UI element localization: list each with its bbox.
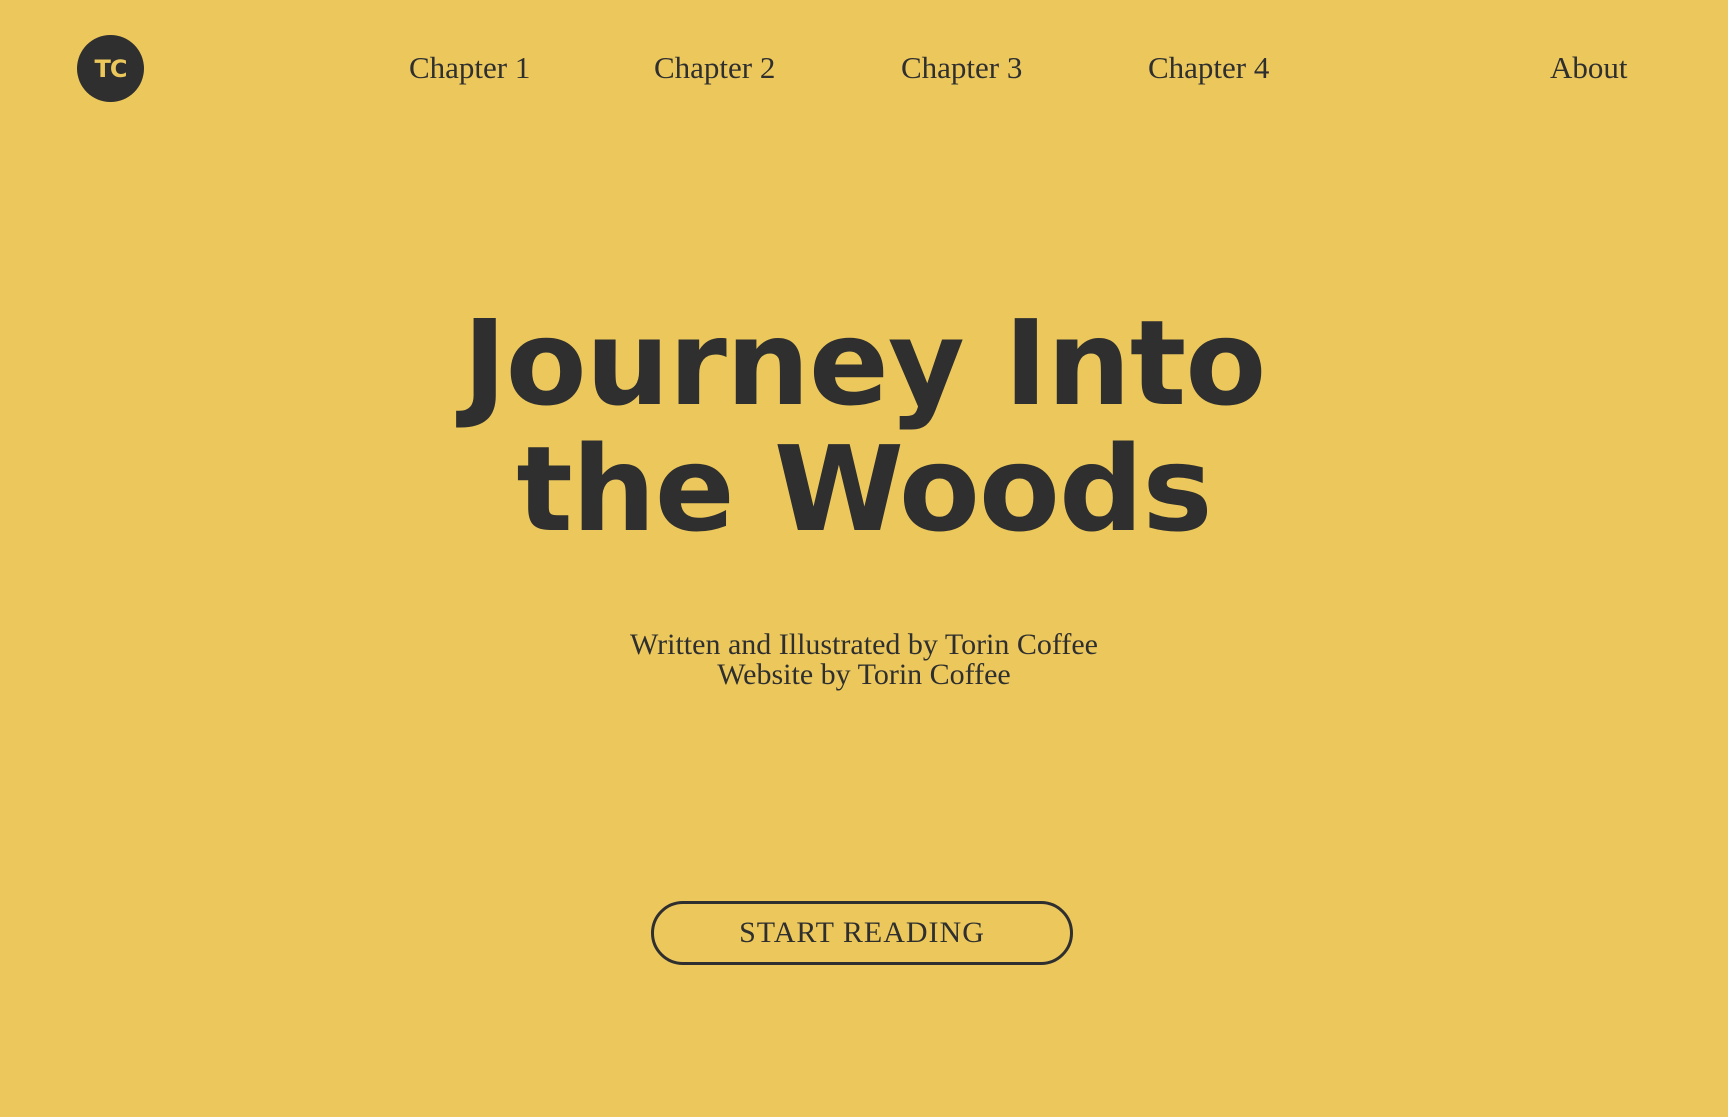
nav-link-chapter-1[interactable]: Chapter 1 [409, 48, 530, 88]
nav-link-chapter-4[interactable]: Chapter 4 [1148, 48, 1269, 88]
credit-website: Website by Torin Coffee [717, 658, 1011, 691]
hero-title-line-2: the Woods [516, 420, 1212, 558]
credit-author-illustrator: Written and Illustrated by Torin Coffee [630, 628, 1098, 661]
nav-link-chapter-3[interactable]: Chapter 3 [901, 48, 1022, 88]
credits: Written and Illustrated by Torin Coffee … [0, 630, 1728, 690]
start-reading-button[interactable]: START READING [651, 901, 1073, 965]
top-navigation: TC Chapter 1 Chapter 2 Chapter 3 Chapter… [0, 0, 1728, 136]
hero-title-line-1: Journey Into [462, 294, 1267, 432]
nav-link-chapter-2[interactable]: Chapter 2 [654, 48, 775, 88]
logo-home-link[interactable]: TC [77, 35, 144, 102]
hero-title: Journey Into the Woods [0, 300, 1728, 552]
nav-link-about[interactable]: About [1550, 48, 1628, 88]
